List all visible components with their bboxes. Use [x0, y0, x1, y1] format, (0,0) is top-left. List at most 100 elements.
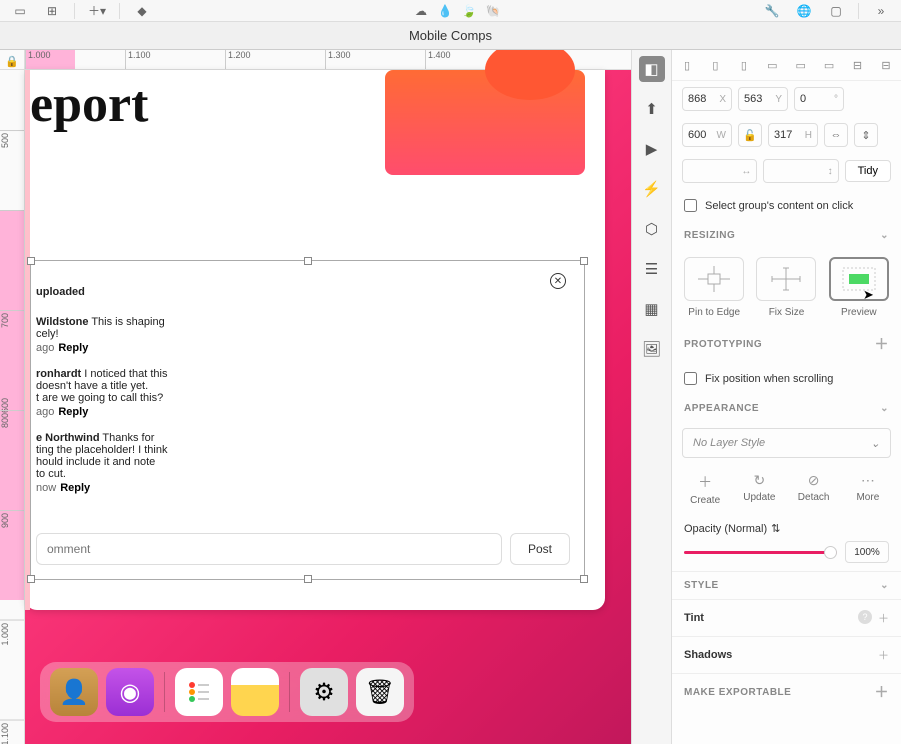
plus-icon: ＋: [678, 472, 732, 492]
tool-list-icon[interactable]: ☰: [639, 256, 665, 282]
preview-option[interactable]: ➤: [829, 257, 889, 301]
resize-handle[interactable]: [304, 257, 312, 265]
green-box-icon[interactable]: ▢: [826, 2, 846, 20]
tidy-button[interactable]: Tidy: [845, 160, 891, 182]
orange-shape[interactable]: [385, 70, 585, 175]
dock: 👤 ◉ ⚙ 🗑: [40, 662, 414, 722]
chevron-down-icon[interactable]: ⌄: [880, 580, 889, 591]
stepper-icon[interactable]: ⇅: [771, 522, 780, 535]
resize-handle[interactable]: [304, 575, 312, 583]
resize-handle[interactable]: [27, 575, 35, 583]
tool-play-icon[interactable]: ▶: [639, 136, 665, 162]
tool-bolt-icon[interactable]: ⚡: [639, 176, 665, 202]
diamond-icon[interactable]: ◆: [132, 2, 152, 20]
plus-icon[interactable]: ＋: [875, 682, 890, 702]
dock-app-notes[interactable]: [231, 668, 279, 716]
heading-text: eport: [30, 75, 148, 134]
plus-icon[interactable]: ＋: [878, 647, 889, 663]
reply-link[interactable]: Reply: [58, 406, 88, 418]
slider-thumb[interactable]: [824, 546, 837, 559]
chevron-down-icon[interactable]: ⌄: [880, 230, 889, 241]
cloud-icon[interactable]: ☁: [411, 2, 431, 20]
inspector: ▯ ▯ ▯ ▭ ▭ ▭ ⊟ ⊟ 868X 563Y 0° 600W 🔓 317H…: [671, 50, 901, 744]
flip-v-icon[interactable]: ⇕: [854, 123, 878, 147]
plus-icon[interactable]: ＋: [878, 610, 889, 626]
dock-app-settings[interactable]: ⚙: [300, 668, 348, 716]
wrench-icon[interactable]: 🔧: [762, 2, 782, 20]
plus-icon[interactable]: ＋: [875, 334, 890, 354]
distribute-h-icon[interactable]: ⊟: [849, 56, 867, 74]
lock-icon[interactable]: 🔒: [5, 55, 19, 68]
comment-input[interactable]: [36, 533, 502, 565]
spacing-v-input[interactable]: ↕: [763, 159, 838, 183]
leaf-icon[interactable]: 🍃: [459, 2, 479, 20]
top-toolbar: ▭ ⊞ ＋▾ ◆ ☁ 💧 🍃 🐚 🔧 🌐 ▢ »: [0, 0, 901, 22]
dots-icon: ⋯: [841, 472, 895, 489]
lock-aspect-icon[interactable]: 🔓: [738, 123, 762, 147]
align-right-icon[interactable]: ▯: [735, 56, 753, 74]
select-group-label: Select group's content on click: [705, 200, 853, 212]
globe-icon[interactable]: 🌐: [794, 2, 814, 20]
fix-position-label: Fix position when scrolling: [705, 373, 833, 385]
flip-h-icon[interactable]: ⇔: [824, 123, 848, 147]
x-input[interactable]: 868X: [682, 87, 732, 111]
tool-components-icon[interactable]: ◧: [639, 56, 665, 82]
panel-icon[interactable]: ▭: [10, 2, 30, 20]
fix-position-checkbox[interactable]: [684, 372, 697, 385]
resize-handle[interactable]: [580, 257, 588, 265]
close-icon[interactable]: ✕: [550, 273, 566, 289]
align-bottom-icon[interactable]: ▭: [820, 56, 838, 74]
comment-item: ronhardt I noticed that this doesn't hav…: [36, 368, 186, 418]
chevron-down-icon: ⌄: [871, 437, 880, 450]
rotation-input[interactable]: 0°: [794, 87, 844, 111]
layer-style-select[interactable]: No Layer Style⌄: [682, 428, 891, 458]
tool-gear-icon[interactable]: ⬡: [639, 216, 665, 242]
opacity-slider[interactable]: [684, 551, 837, 554]
expand-icon[interactable]: »: [871, 2, 891, 20]
detach-button[interactable]: ⊘Detach: [787, 472, 841, 506]
create-button[interactable]: ＋Create: [678, 472, 732, 506]
width-input[interactable]: 600W: [682, 123, 732, 147]
selection-box[interactable]: ✕ uploaded Wildstone This is shaping cel…: [30, 260, 585, 580]
ruler-vertical[interactable]: 500 600 700 800 900 1.000 1.100: [0, 70, 25, 744]
reply-link[interactable]: Reply: [58, 342, 88, 354]
dock-app-trash[interactable]: 🗑: [356, 668, 404, 716]
opacity-label: Opacity (Normal) ⇅: [684, 522, 889, 535]
resize-handle[interactable]: [580, 575, 588, 583]
comment-item: Wildstone This is shaping cely! agoReply: [36, 316, 186, 354]
canvas-content[interactable]: eport ✕ uploaded Wildstone This is shapi…: [25, 70, 631, 744]
height-input[interactable]: 317H: [768, 123, 818, 147]
dock-app-reminders[interactable]: [175, 668, 223, 716]
shell-icon[interactable]: 🐚: [483, 2, 503, 20]
add-icon[interactable]: ＋▾: [87, 2, 107, 20]
tool-pixel-icon[interactable]: ▦: [639, 296, 665, 322]
spacing-h-input[interactable]: ↔: [682, 159, 757, 183]
y-input[interactable]: 563Y: [738, 87, 788, 111]
dock-app-podcasts[interactable]: ◉: [106, 668, 154, 716]
artboard[interactable]: eport ✕ uploaded Wildstone This is shapi…: [25, 70, 605, 610]
align-left-icon[interactable]: ▯: [678, 56, 696, 74]
align-center-h-icon[interactable]: ▯: [706, 56, 724, 74]
update-button[interactable]: ↻Update: [732, 472, 786, 506]
post-button[interactable]: Post: [510, 533, 570, 565]
align-top-icon[interactable]: ▭: [763, 56, 781, 74]
tool-image-icon[interactable]: 🖼: [639, 336, 665, 362]
distribute-v-icon[interactable]: ⊟: [877, 56, 895, 74]
upload-label: uploaded: [36, 286, 186, 298]
canvas[interactable]: 🔒 1.000 1.100 1.200 1.300 1.400 1.500 50…: [0, 50, 631, 744]
drop-icon[interactable]: 💧: [435, 2, 455, 20]
resize-handle[interactable]: [27, 257, 35, 265]
more-button[interactable]: ⋯More: [841, 472, 895, 506]
help-icon[interactable]: ?: [858, 610, 872, 624]
fix-size-option[interactable]: [756, 257, 816, 301]
opacity-input[interactable]: 100%: [845, 541, 889, 563]
window-title: Mobile Comps: [0, 22, 901, 50]
reply-link[interactable]: Reply: [60, 482, 90, 494]
tool-upload-icon[interactable]: ⬆: [639, 96, 665, 122]
chevron-down-icon[interactable]: ⌄: [880, 403, 889, 414]
pin-to-edge-option[interactable]: [684, 257, 744, 301]
select-group-checkbox[interactable]: [684, 199, 697, 212]
align-center-v-icon[interactable]: ▭: [792, 56, 810, 74]
dock-app-contacts[interactable]: 👤: [50, 668, 98, 716]
grid-icon[interactable]: ⊞: [42, 2, 62, 20]
